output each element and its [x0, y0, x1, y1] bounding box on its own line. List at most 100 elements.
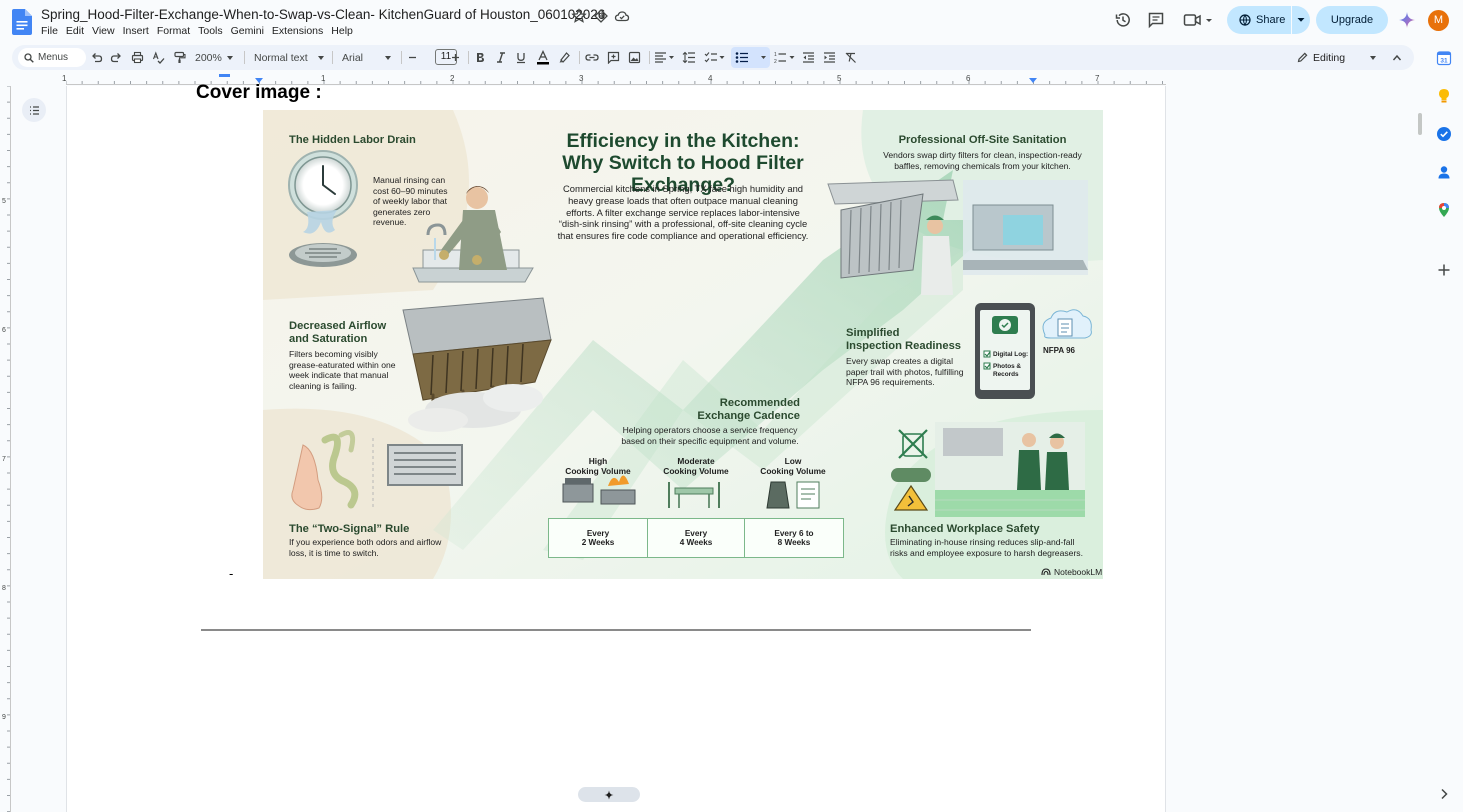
- ruler-number: 7: [2, 456, 6, 463]
- line-spacing-icon[interactable]: [682, 51, 696, 64]
- docs-logo-icon[interactable]: [12, 9, 32, 35]
- comments-icon[interactable]: [1147, 11, 1165, 29]
- keep-icon[interactable]: [1436, 88, 1452, 104]
- outline-icon: [29, 105, 39, 115]
- redo-icon[interactable]: [110, 51, 123, 64]
- cadence-freq1: Every 6 to: [774, 528, 814, 538]
- menu-insert[interactable]: Insert: [123, 24, 155, 40]
- svg-text:1: 1: [774, 52, 777, 58]
- cover-infographic-image[interactable]: Efficiency in the Kitchen: Why Switch to…: [263, 110, 1103, 579]
- version-history-icon[interactable]: [1114, 11, 1132, 29]
- align-icon[interactable]: [654, 51, 676, 64]
- cadence-heading: Recommended Exchange Cadence: [663, 397, 800, 423]
- font-family-select[interactable]: Arial: [342, 45, 392, 70]
- share-main[interactable]: Share: [1227, 6, 1291, 34]
- svg-text:31: 31: [1440, 58, 1448, 65]
- chevron-down-icon: [1297, 18, 1305, 22]
- font-family-value: Arial: [342, 51, 364, 64]
- star-icon[interactable]: [571, 8, 587, 24]
- infographic-intro: Commercial kitchens in Spring, TX face h…: [557, 183, 809, 242]
- text-color-icon[interactable]: [536, 50, 550, 65]
- move-to-folder-icon[interactable]: [593, 8, 609, 24]
- decrease-font-size-icon[interactable]: [408, 53, 417, 62]
- toolbar-divider: [649, 51, 650, 64]
- highlight-color-icon[interactable]: [558, 51, 571, 64]
- ruler-number: 5: [2, 198, 6, 205]
- bulleted-list-button[interactable]: [731, 47, 770, 68]
- stray-text-mark[interactable]: -: [229, 566, 233, 581]
- checklist-icon[interactable]: [704, 51, 726, 64]
- print-icon[interactable]: [131, 51, 144, 64]
- cadence-freq-low: Every 6 to 8 Weeks: [744, 518, 844, 558]
- tasks-icon[interactable]: [1436, 126, 1452, 142]
- ruler-number: 5: [837, 74, 842, 83]
- ruler-number: 9: [2, 714, 6, 721]
- ruler-number: 8: [2, 585, 6, 592]
- cover-image-heading[interactable]: Cover image :: [196, 82, 322, 104]
- clear-formatting-icon[interactable]: [844, 51, 857, 64]
- cadence-level-moderate: Moderate Cooking Volume: [648, 456, 744, 476]
- paint-format-icon[interactable]: [173, 51, 186, 64]
- cloud-saved-icon[interactable]: [614, 8, 630, 24]
- document-title[interactable]: Spring_Hood-Filter-Exchange-When-to-Swap…: [41, 7, 605, 22]
- ruler-number: 2: [450, 74, 455, 83]
- gemini-icon[interactable]: [1398, 11, 1416, 29]
- globe-icon: [1239, 14, 1251, 26]
- vertical-ruler-numbers: 5 6 7 8 9: [0, 86, 11, 812]
- cadence-level-label2: Cooking Volume: [760, 466, 826, 476]
- undo-icon[interactable]: [90, 51, 103, 64]
- toolbar-divider: [244, 51, 245, 64]
- expand-panel-chevron-icon[interactable]: [1436, 786, 1452, 802]
- add-addon-icon[interactable]: [1436, 262, 1452, 278]
- maps-icon[interactable]: [1436, 202, 1452, 218]
- airflow-text: Filters becoming visibly grease-eaturate…: [289, 349, 396, 391]
- add-comment-icon[interactable]: [607, 51, 620, 64]
- menu-tools[interactable]: Tools: [198, 24, 229, 40]
- document-outline-button[interactable]: [22, 98, 46, 122]
- ruler-number: 6: [966, 74, 971, 83]
- insert-image-icon[interactable]: [628, 51, 641, 64]
- hide-menus-chevron-icon[interactable]: [1392, 53, 1402, 62]
- menu-view[interactable]: View: [92, 24, 121, 40]
- zoom-select[interactable]: 200%: [195, 45, 233, 70]
- tablet-line3: Records: [993, 371, 1019, 378]
- menu-gemini[interactable]: Gemini: [231, 24, 270, 40]
- numbered-list-icon[interactable]: 12: [774, 51, 796, 64]
- italic-icon[interactable]: [495, 51, 507, 64]
- menu-help[interactable]: Help: [331, 24, 359, 40]
- meet-video-icon[interactable]: [1183, 11, 1215, 29]
- vertical-scrollbar[interactable]: [1418, 113, 1422, 135]
- account-avatar[interactable]: M: [1428, 10, 1449, 31]
- increase-font-size-icon[interactable]: [451, 53, 460, 62]
- increase-indent-icon[interactable]: [823, 51, 836, 64]
- search-menus-input[interactable]: Menus: [18, 48, 86, 67]
- ruler-number: 1: [321, 74, 326, 83]
- editing-mode-select[interactable]: Editing: [1285, 45, 1381, 70]
- cadence-freq2: 2 Weeks: [581, 538, 615, 547]
- bold-icon[interactable]: [474, 51, 486, 64]
- insert-link-icon[interactable]: [585, 51, 599, 64]
- upgrade-button[interactable]: Upgrade: [1316, 6, 1388, 34]
- menu-format[interactable]: Format: [157, 24, 196, 40]
- cadence-freq2: 4 Weeks: [679, 538, 713, 547]
- airflow-heading-line1: Decreased Airflow: [289, 320, 387, 332]
- share-button[interactable]: Share: [1227, 6, 1310, 34]
- decrease-indent-icon[interactable]: [802, 51, 815, 64]
- inspection-text: Every swap creates a digital paper trail…: [846, 356, 964, 388]
- menu-edit[interactable]: Edit: [66, 24, 90, 40]
- spellcheck-icon[interactable]: [152, 51, 165, 64]
- underline-icon[interactable]: [515, 51, 527, 64]
- menu-extensions[interactable]: Extensions: [272, 24, 329, 40]
- ask-gemini-button[interactable]: [578, 787, 640, 802]
- sanitation-text: Vendors swap dirty filters for clean, in…: [883, 150, 1082, 171]
- ruler-number: 7: [1095, 74, 1100, 83]
- share-dropdown[interactable]: [1292, 17, 1310, 23]
- menu-file[interactable]: File: [41, 24, 64, 40]
- toolbar-divider: [332, 51, 333, 64]
- paragraph-style-select[interactable]: Normal text: [254, 45, 324, 70]
- bulleted-list-icon: [735, 52, 766, 63]
- cadence-freq1: Every: [586, 528, 610, 538]
- svg-text:2: 2: [774, 59, 777, 64]
- contacts-icon[interactable]: [1436, 164, 1452, 180]
- calendar-icon[interactable]: 31: [1436, 50, 1452, 66]
